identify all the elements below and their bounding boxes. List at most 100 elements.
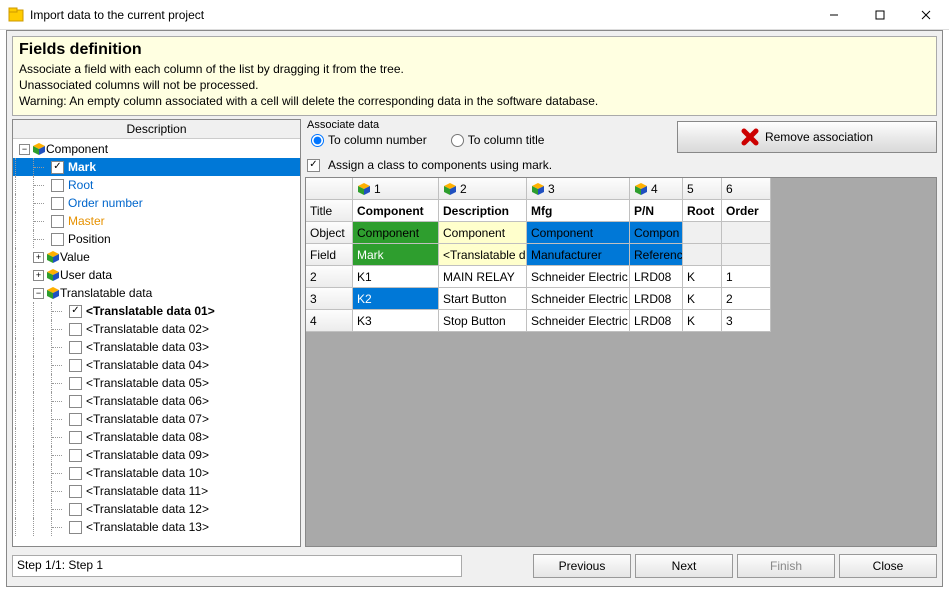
tree-node-td05[interactable]: <Translatable data 05> <box>13 374 300 392</box>
checkbox[interactable] <box>69 413 82 426</box>
data-cell[interactable]: Schneider Electric <box>527 266 630 288</box>
data-cell[interactable]: LRD08 <box>630 288 683 310</box>
object-cell[interactable] <box>683 222 722 244</box>
object-cell[interactable]: Component <box>439 222 527 244</box>
data-cell[interactable]: K <box>683 288 722 310</box>
minimize-button[interactable] <box>811 0 857 30</box>
maximize-button[interactable] <box>857 0 903 30</box>
checkbox[interactable] <box>69 521 82 534</box>
expander-icon[interactable]: + <box>33 270 44 281</box>
tree-node-value[interactable]: + Value <box>13 248 300 266</box>
expander-icon[interactable]: − <box>19 144 30 155</box>
data-cell[interactable]: K1 <box>353 266 439 288</box>
checkbox[interactable] <box>51 179 64 192</box>
data-cell[interactable]: LRD08 <box>630 266 683 288</box>
tree-node-order[interactable]: Order number <box>13 194 300 212</box>
data-grid[interactable]: 1 2 3 4 5 6 Title Component Description … <box>305 177 937 547</box>
previous-button[interactable]: Previous <box>533 554 631 578</box>
checkbox[interactable] <box>51 233 64 246</box>
field-cell[interactable] <box>683 244 722 266</box>
expander-icon[interactable]: − <box>33 288 44 299</box>
radio-column-number[interactable]: To column number <box>311 133 427 147</box>
col-header-3[interactable]: 3 <box>527 178 630 200</box>
checkbox[interactable] <box>69 485 82 498</box>
tree-node-td02[interactable]: <Translatable data 02> <box>13 320 300 338</box>
object-cell[interactable]: Component <box>353 222 439 244</box>
title-cell[interactable]: Mfg <box>527 200 630 222</box>
tree-node-root[interactable]: Root <box>13 176 300 194</box>
checkbox[interactable] <box>69 503 82 516</box>
tree-node-td11[interactable]: <Translatable data 11> <box>13 482 300 500</box>
tree-node-userdata[interactable]: + User data <box>13 266 300 284</box>
tree-node-translatable[interactable]: − Translatable data <box>13 284 300 302</box>
col-header-5[interactable]: 5 <box>683 178 722 200</box>
checkbox[interactable] <box>69 467 82 480</box>
title-cell[interactable]: Description <box>439 200 527 222</box>
col-header-1[interactable]: 1 <box>353 178 439 200</box>
remove-association-button[interactable]: Remove association <box>677 121 937 153</box>
checkbox[interactable] <box>51 161 64 174</box>
expander-icon[interactable]: + <box>33 252 44 263</box>
field-cell[interactable] <box>722 244 771 266</box>
checkbox[interactable] <box>51 215 64 228</box>
object-cell[interactable]: Compon <box>630 222 683 244</box>
tree-node-position[interactable]: Position <box>13 230 300 248</box>
checkbox[interactable] <box>69 377 82 390</box>
field-cell[interactable]: Manufacturer <box>527 244 630 266</box>
tree-node-td13[interactable]: <Translatable data 13> <box>13 518 300 536</box>
data-cell[interactable]: MAIN RELAY <box>439 266 527 288</box>
tree-node-td06[interactable]: <Translatable data 06> <box>13 392 300 410</box>
finish-button[interactable]: Finish <box>737 554 835 578</box>
checkbox[interactable] <box>69 305 82 318</box>
title-cell[interactable]: Root <box>683 200 722 222</box>
field-cell[interactable]: Referenc <box>630 244 683 266</box>
tree-node-td09[interactable]: <Translatable data 09> <box>13 446 300 464</box>
close-wizard-button[interactable]: Close <box>839 554 937 578</box>
data-cell[interactable]: 3 <box>722 310 771 332</box>
checkbox[interactable] <box>69 341 82 354</box>
data-cell[interactable]: Start Button <box>439 288 527 310</box>
checkbox[interactable] <box>69 449 82 462</box>
data-cell[interactable]: Schneider Electric <box>527 288 630 310</box>
tree-node-td07[interactable]: <Translatable data 07> <box>13 410 300 428</box>
assign-class-label: Assign a class to components using mark. <box>328 158 552 172</box>
assign-class-checkbox[interactable] <box>307 159 320 172</box>
checkbox[interactable] <box>69 395 82 408</box>
data-cell[interactable]: K <box>683 266 722 288</box>
title-cell[interactable]: Component <box>353 200 439 222</box>
field-cell[interactable]: <Translatable d <box>439 244 527 266</box>
data-cell[interactable]: K <box>683 310 722 332</box>
checkbox[interactable] <box>69 431 82 444</box>
tree-node-td01[interactable]: <Translatable data 01> <box>13 302 300 320</box>
tree-node-td10[interactable]: <Translatable data 10> <box>13 464 300 482</box>
data-cell[interactable]: Stop Button <box>439 310 527 332</box>
object-cell[interactable] <box>722 222 771 244</box>
data-cell[interactable]: Schneider Electric <box>527 310 630 332</box>
tree-node-td08[interactable]: <Translatable data 08> <box>13 428 300 446</box>
close-button[interactable] <box>903 0 949 30</box>
checkbox[interactable] <box>51 197 64 210</box>
data-cell-selected[interactable]: K2 <box>353 288 439 310</box>
title-cell[interactable]: P/N <box>630 200 683 222</box>
tree-node-master[interactable]: Master <box>13 212 300 230</box>
radio-column-title[interactable]: To column title <box>451 133 545 147</box>
checkbox[interactable] <box>69 323 82 336</box>
tree-node-td04[interactable]: <Translatable data 04> <box>13 356 300 374</box>
field-cell[interactable]: Mark <box>353 244 439 266</box>
tree-body[interactable]: − Component Mark Root Order number Maste… <box>13 139 300 546</box>
checkbox[interactable] <box>69 359 82 372</box>
title-cell[interactable]: Order <box>722 200 771 222</box>
data-cell[interactable]: 1 <box>722 266 771 288</box>
col-header-6[interactable]: 6 <box>722 178 771 200</box>
data-cell[interactable]: LRD08 <box>630 310 683 332</box>
data-cell[interactable]: K3 <box>353 310 439 332</box>
tree-node-component[interactable]: − Component <box>13 140 300 158</box>
col-header-4[interactable]: 4 <box>630 178 683 200</box>
tree-node-td03[interactable]: <Translatable data 03> <box>13 338 300 356</box>
next-button[interactable]: Next <box>635 554 733 578</box>
data-cell[interactable]: 2 <box>722 288 771 310</box>
object-cell[interactable]: Component <box>527 222 630 244</box>
tree-node-mark[interactable]: Mark <box>13 158 300 176</box>
tree-node-td12[interactable]: <Translatable data 12> <box>13 500 300 518</box>
col-header-2[interactable]: 2 <box>439 178 527 200</box>
